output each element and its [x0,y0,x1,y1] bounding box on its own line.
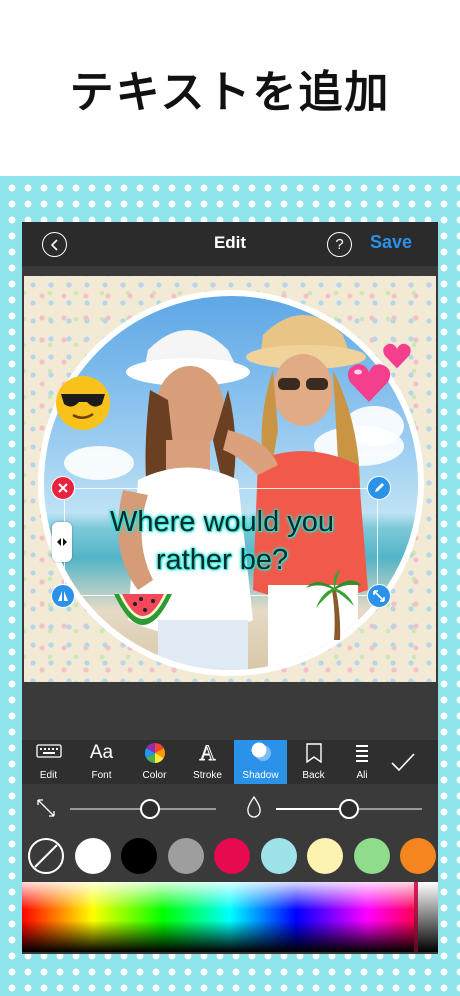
shadow-opacity-thumb[interactable] [339,799,359,819]
color-swatch[interactable] [400,838,436,874]
shadow-distance-icon [37,799,55,817]
palm-tree-sticker[interactable] [304,570,364,642]
tool-label: Ali [356,770,368,781]
color-swatch[interactable] [353,838,390,874]
shadow-icon [251,742,271,761]
color-swatch[interactable] [74,838,111,874]
overlay-text[interactable]: Where would you rather be? [65,503,379,579]
no-color-swatch[interactable] [28,838,64,874]
flip-text-button[interactable] [51,584,75,608]
edit-text-button[interactable] [367,476,391,500]
close-icon [58,483,68,493]
tool-label: Back [302,770,325,781]
text-toolbar: Edit Aa Font Color A Stroke Shadow Back … [22,740,438,784]
small-heart-sticker[interactable] [382,342,412,370]
delete-text-button[interactable] [51,476,75,500]
tool-label: Stroke [193,770,222,781]
resize-text-button[interactable] [367,584,391,608]
shadow-distance-thumb[interactable] [140,799,161,819]
pencil-icon [375,483,384,492]
grayscale-bar[interactable] [418,882,438,952]
align-icon [356,745,368,762]
color-spectrum-picker[interactable] [22,882,438,952]
promo-banner: テキストを追加 [0,0,460,176]
tool-stroke[interactable]: A Stroke [181,740,234,784]
photo-people [118,315,368,670]
sunglasses-emoji-sticker[interactable] [54,374,112,432]
tool-label: Edit [39,770,58,781]
tool-label: Font [91,770,112,781]
editor-canvas[interactable]: Where would you rather be? [24,276,436,682]
font-icon: Aa [89,742,114,763]
flip-icon [58,591,68,601]
tool-back[interactable]: Back [287,740,340,784]
save-button[interactable]: Save [370,232,412,253]
color-swatch[interactable] [214,838,250,874]
color-swatch[interactable] [307,838,343,874]
keyboard-icon [35,744,62,758]
back-layer-icon [305,743,322,763]
photo-frame[interactable] [38,290,424,676]
color-swatch[interactable] [121,838,157,874]
resize-icon [373,590,385,602]
tool-font[interactable]: Aa Font [75,740,128,784]
done-button[interactable] [384,740,424,784]
horizontal-stretch-handle[interactable] [52,522,72,562]
watermelon-sticker[interactable] [110,586,176,640]
overlay-text-line: Where would you [109,506,335,538]
help-button[interactable]: ? [327,232,352,257]
tool-align[interactable]: Ali [340,740,384,784]
stroke-icon: A [199,740,216,766]
color-swatches [22,832,438,880]
color-wheel-icon [144,743,165,763]
arrows-horizontal-icon [57,538,67,546]
shadow-sliders [22,788,438,830]
opacity-drop-icon [247,796,261,818]
canvas-spacer [22,688,438,740]
color-swatch[interactable] [260,838,297,874]
banner-title: テキストを追加 [69,67,391,118]
tool-shadow[interactable]: Shadow [234,740,287,784]
color-swatch[interactable] [167,838,204,874]
checkmark-icon [391,753,415,772]
tool-edit[interactable]: Edit [22,740,75,784]
tool-color[interactable]: Color [128,740,181,784]
tool-label: Shadow [242,770,279,781]
app-screen: Edit ? Save Where would you rather be? E… [22,222,438,954]
no-color-icon [34,844,58,868]
tool-label: Color [142,770,167,781]
nav-bar: Edit ? Save [22,222,438,266]
